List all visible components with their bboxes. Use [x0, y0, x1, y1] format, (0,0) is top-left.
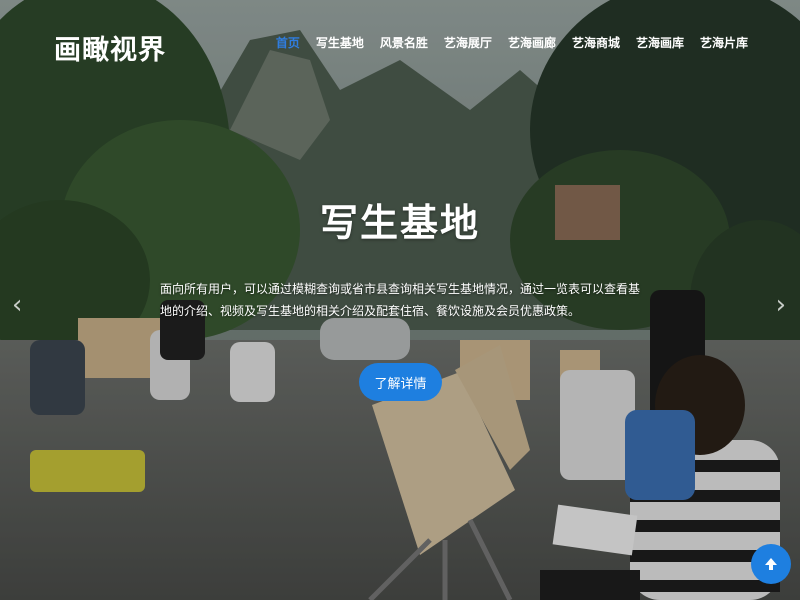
nav-item-film-library[interactable]: 艺海片库: [700, 34, 748, 51]
back-to-top-button[interactable]: [751, 544, 791, 584]
nav-item-painting-library[interactable]: 艺海画库: [636, 34, 684, 51]
hero-description: 面向所有用户，可以通过模糊查询或省市县查询相关写生基地情况，通过一览表可以查看基…: [160, 282, 641, 318]
arrow-up-icon: [765, 558, 777, 570]
main-nav: 首页 写生基地 风景名胜 艺海展厅 艺海画廊 艺海商城 艺海画库 艺海片库: [260, 34, 748, 51]
hero-title: 写生基地: [319, 201, 480, 245]
chevron-right-icon[interactable]: ›: [776, 290, 786, 320]
nav-item-gallery[interactable]: 艺海画廊: [508, 34, 556, 51]
nav-item-exhibition-hall[interactable]: 艺海展厅: [444, 34, 492, 51]
chevron-left-icon[interactable]: ‹: [12, 290, 22, 320]
site-logo[interactable]: 画瞰视界: [54, 28, 166, 67]
nav-item-home[interactable]: 首页: [276, 34, 300, 51]
nav-item-sketch-base[interactable]: 写生基地: [316, 34, 364, 51]
nav-item-scenic-spots[interactable]: 风景名胜: [380, 34, 428, 51]
nav-item-mall[interactable]: 艺海商城: [572, 34, 620, 51]
learn-more-button[interactable]: 了解详情: [359, 363, 442, 401]
